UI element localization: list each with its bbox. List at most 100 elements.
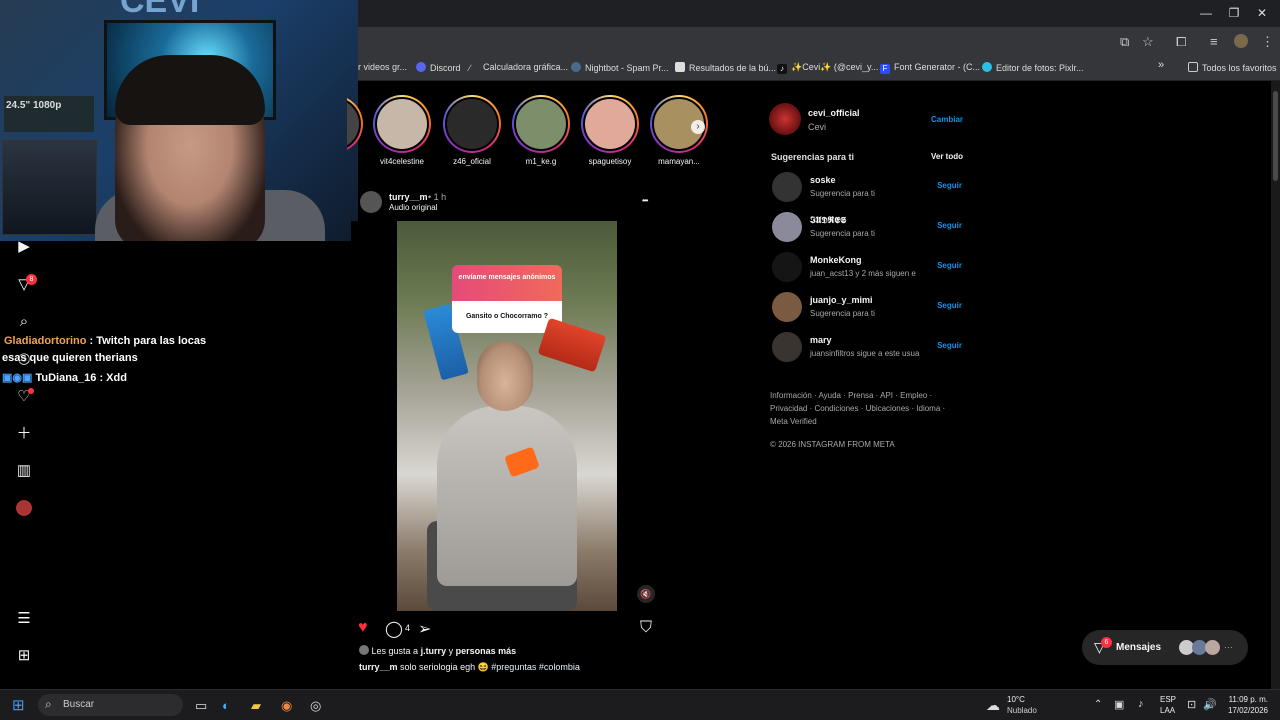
messages-more-icon: ··· [1224, 642, 1233, 652]
more-bookmarks-button[interactable]: » [1158, 59, 1164, 71]
footer-links-1[interactable]: Información · Ayuda · Prensa · API · Emp… [770, 391, 932, 400]
suggestion-row: 𝕴𝖀𝕯𝕽𝕰𝕾 Sugerencia para ti Seguir [772, 212, 967, 244]
suggestion-username[interactable]: 𝕴𝖀𝕯𝕽𝕰𝕾 [810, 215, 846, 226]
also-from-meta-icon[interactable]: ⊞ [15, 647, 33, 665]
post-username[interactable]: turry__m [389, 192, 428, 202]
story-username: z46_oficial [453, 157, 491, 166]
file-explorer-icon[interactable]: ▰ [251, 698, 261, 714]
person-head [477, 341, 533, 411]
story-item[interactable]: m1_ke.g [506, 95, 576, 166]
star-icon[interactable]: ☆ [1142, 34, 1154, 50]
current-user-username[interactable]: cevi_official [808, 108, 860, 118]
comment-icon[interactable]: ◯ [385, 619, 403, 639]
bookmark-discord[interactable]: Discord [416, 62, 461, 73]
follow-button[interactable]: Seguir [937, 221, 962, 230]
search-icon[interactable]: ⌕ [15, 313, 33, 331]
cast-icon[interactable]: ⧉ [1120, 34, 1129, 50]
bookmark-videos[interactable]: r videos gr... [358, 62, 407, 72]
keyboard-layout[interactable]: LAA [1160, 706, 1175, 715]
tray-app-icon[interactable]: ▣ [1114, 698, 1124, 711]
person-hoodie [437, 406, 577, 586]
edge-icon[interactable]: ◐ [222, 698, 230, 713]
chrome-icon[interactable]: ◉ [281, 698, 292, 714]
bookmark-tiktok[interactable]: ♪ ✨Cevi✨ (@cevi_y... [777, 62, 878, 74]
create-icon[interactable]: ＋ [15, 425, 33, 443]
current-user-avatar[interactable] [769, 103, 801, 135]
profile-nav-avatar[interactable] [16, 500, 32, 516]
story-item[interactable]: spaguetisoy [575, 95, 645, 166]
language-code[interactable]: ESP [1160, 695, 1176, 704]
post-video[interactable]: envíame mensajes anónimos Gansito o Choc… [397, 221, 617, 611]
menu-icon[interactable]: ⋮ [1261, 34, 1274, 50]
caption-username[interactable]: turry__m [359, 662, 398, 672]
post-author-avatar[interactable] [360, 191, 382, 213]
bookmark-resultados[interactable]: Resultados de la bú... [675, 62, 776, 73]
bookmark-calculadora[interactable]: ∕ Calculadora gráfica... [469, 62, 568, 73]
current-user-name: Cevi [808, 122, 827, 132]
more-menu-icon[interactable]: ☰ [15, 610, 33, 628]
maximize-button[interactable]: ❐ [1224, 6, 1244, 20]
tray-chevron-icon[interactable]: ⌃ [1094, 699, 1102, 710]
bookmark-nightbot[interactable]: Nightbot - Spam Pr... [571, 62, 669, 73]
share-icon[interactable]: ➢ [418, 619, 431, 639]
post-more-button[interactable]: ••• [642, 196, 648, 205]
follow-button[interactable]: Seguir [937, 181, 962, 190]
likes-user[interactable]: j.turry [421, 646, 447, 656]
chat-message: ▣◉▣ TuDiana_16 : Xdd [2, 371, 127, 384]
like-heart-icon[interactable]: ♥ [358, 619, 368, 637]
chat-username: TuDiana_16 [35, 372, 97, 384]
volume-icon[interactable]: 🔊 [1203, 698, 1217, 711]
footer-links-3[interactable]: Meta Verified [770, 417, 817, 426]
clock-date[interactable]: 17/02/2026 [1226, 706, 1268, 715]
microphone-icon[interactable]: ♪ [1138, 698, 1144, 710]
follow-button[interactable]: Seguir [937, 341, 962, 350]
mute-button[interactable]: 🔇 [637, 585, 655, 603]
suggestion-row: mary juansinfiltros sigue a este usua Segu… [772, 332, 967, 364]
see-all-link[interactable]: Ver todo [931, 152, 963, 161]
taskbar-search[interactable]: ⌕ Buscar [38, 694, 183, 716]
story-ring [443, 95, 501, 153]
extensions-icon[interactable]: ⧠ [1176, 34, 1186, 50]
suggestion-avatar[interactable] [772, 252, 802, 282]
story-item[interactable]: vit4celestine [367, 95, 437, 166]
suggestion-avatar[interactable] [772, 172, 802, 202]
suggestion-avatar[interactable] [772, 212, 802, 242]
suggestion-row: soske Sugerencia para ti Seguir [772, 172, 967, 204]
activity-dot [28, 388, 34, 394]
bookmark-pixlr[interactable]: Editor de fotos: Pixlr... [982, 62, 1084, 73]
minimize-button[interactable]: — [1196, 6, 1216, 20]
stories-next-button[interactable]: › [691, 120, 705, 134]
scrollbar-thumb[interactable] [1273, 91, 1278, 181]
follow-button[interactable]: Seguir [937, 301, 962, 310]
suggestion-avatar[interactable] [772, 292, 802, 322]
story-item[interactable]: z46_oficial [437, 95, 507, 166]
network-icon[interactable]: ⊡ [1187, 698, 1196, 711]
close-button[interactable]: ✕ [1252, 6, 1272, 20]
dashboard-icon[interactable]: ▥ [15, 462, 33, 480]
caption-hashtags[interactable]: #preguntas #colombia [491, 662, 580, 672]
question-sticker-title: envíame mensajes anónimos [452, 265, 562, 301]
windows-start-icon[interactable]: ⊞ [12, 696, 25, 714]
follow-button[interactable]: Seguir [937, 261, 962, 270]
suggestion-username[interactable]: juanjo_y_mimi [810, 295, 873, 305]
messages-pill[interactable]: ▽ 6 Mensajes ··· [1082, 630, 1248, 665]
story-item-partial[interactable] [347, 95, 363, 153]
suggestion-username[interactable]: soske [810, 175, 836, 185]
bookmark-label: Discord [430, 63, 461, 73]
obs-icon[interactable]: ◎ [310, 698, 321, 714]
save-bookmark-icon[interactable]: ⛉ [640, 619, 652, 637]
clock-time[interactable]: 11:09 p. m. [1228, 695, 1268, 704]
bookmark-fontgen[interactable]: F Font Generator - (C... [880, 62, 980, 74]
likes-rest[interactable]: personas más [456, 646, 517, 656]
post-audio[interactable]: Audio original [389, 203, 437, 212]
switch-account-link[interactable]: Cambiar [931, 115, 963, 124]
suggestion-username[interactable]: MonkeKong [810, 255, 862, 265]
task-view-icon[interactable]: ▭ [195, 698, 207, 714]
profile-avatar[interactable] [1234, 34, 1248, 48]
suggestion-avatar[interactable] [772, 332, 802, 362]
suggestion-username[interactable]: mary [810, 335, 832, 345]
page-scrollbar[interactable] [1271, 81, 1280, 689]
footer-links-2[interactable]: Privacidad · Condiciones · Ubicaciones ·… [770, 404, 945, 413]
media-icon[interactable]: ≡ [1210, 34, 1218, 49]
all-bookmarks-folder[interactable]: Todos los favoritos [1188, 62, 1277, 73]
